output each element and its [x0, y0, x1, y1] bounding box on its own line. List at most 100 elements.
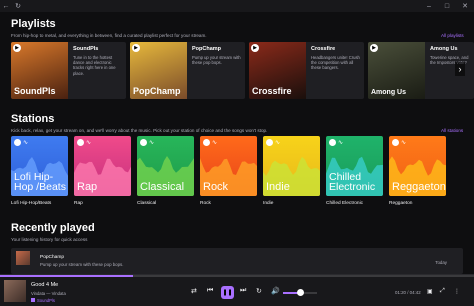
- station-label[interactable]: Chilled Electronic: [326, 201, 363, 206]
- playlist-cover: ▶ PopChamp: [130, 42, 187, 99]
- twitch-badge-icon: [140, 139, 147, 146]
- audio-wave-icon: ∿: [212, 140, 218, 146]
- more-icon[interactable]: ⋮: [454, 288, 460, 295]
- station-badges: ∿: [392, 139, 406, 146]
- station-card[interactable]: ∿ Rock: [200, 136, 257, 196]
- station-badges: ∿: [266, 139, 280, 146]
- station-badges: ∿: [77, 139, 91, 146]
- station-card-title: Indie: [266, 181, 290, 193]
- audio-wave-icon: ∿: [149, 140, 155, 146]
- all-playlists-link[interactable]: All playlists: [441, 33, 464, 38]
- volume-icon[interactable]: 🔊: [271, 287, 280, 295]
- cover-title: Among Us: [371, 89, 406, 96]
- twitch-badge-icon: ▶: [370, 44, 378, 52]
- playlists-title: Playlists: [11, 18, 56, 30]
- repeat-icon[interactable]: ↻: [256, 287, 262, 295]
- recently-played-title: Recently played: [11, 222, 95, 234]
- twitch-badge-icon: [392, 139, 399, 146]
- station-card[interactable]: ∿ Lofi Hip-Hop /Beats: [11, 136, 68, 196]
- all-stations-link[interactable]: All stations: [441, 128, 463, 133]
- playback-time: 01:20 / 04:42: [395, 290, 421, 295]
- now-playing-artist: Vindata — Vindata: [31, 291, 66, 296]
- twitch-badge-icon: ▶: [13, 44, 21, 52]
- station-label[interactable]: Rap: [74, 201, 83, 206]
- station-card[interactable]: ∿ Classical: [137, 136, 194, 196]
- recent-thumbnail: [16, 251, 30, 265]
- window-controls: – □ ✕: [420, 0, 474, 12]
- now-playing-title: Good 4 Me: [31, 282, 59, 288]
- station-card[interactable]: ∿ Reggaeton: [389, 136, 446, 196]
- recent-desc: Pump up your stream with these pop bops.: [40, 262, 124, 267]
- volume-knob[interactable]: [297, 289, 304, 296]
- volume-slider[interactable]: [283, 289, 317, 296]
- previous-icon[interactable]: ⏮: [207, 287, 213, 295]
- playlist-card-popchamp[interactable]: ▶ PopChamp PopChamp Pump up your stream …: [130, 42, 245, 99]
- station-card[interactable]: ∿ Chilled Electronic: [326, 136, 383, 196]
- station-card-title: Rock: [203, 181, 229, 193]
- playlists-subtitle: From hip-hop to metal, and everything in…: [11, 33, 207, 38]
- recently-played-row[interactable]: PopChamp Pump up your stream with these …: [11, 248, 463, 274]
- expand-icon[interactable]: ⤢: [440, 288, 445, 295]
- playlist-cover: ▶ Among Us: [368, 42, 425, 99]
- station-label[interactable]: Lofi Hip-Hop/Beats: [11, 201, 51, 206]
- player-bar: Good 4 Me Vindata — Vindata SoundPls ⇄ ⏮…: [0, 274, 474, 306]
- back-arrow-icon[interactable]: ←: [0, 0, 12, 12]
- close-icon[interactable]: ✕: [456, 0, 474, 12]
- audio-wave-icon: ∿: [338, 140, 344, 146]
- station-card[interactable]: ∿ Rap: [74, 136, 131, 196]
- audio-wave-icon: ∿: [86, 140, 92, 146]
- twitch-badge-icon: ▶: [132, 44, 140, 52]
- station-card-title: Chilled Electronic: [329, 171, 376, 193]
- station-card-title: Lofi Hip-Hop /Beats: [14, 171, 66, 193]
- station-badges: ∿: [203, 139, 217, 146]
- twitch-badge-icon: ▶: [251, 44, 259, 52]
- playlist-desc: Tune in to the hottest dance and electro…: [73, 55, 116, 76]
- cover-title: SoundPls: [14, 86, 56, 96]
- twitch-badge-icon: [266, 139, 273, 146]
- station-card[interactable]: ∿ Indie: [263, 136, 320, 196]
- playlist-name: Among Us: [430, 46, 458, 52]
- recent-title: PopChamp: [40, 255, 64, 260]
- twitch-badge-icon: [14, 139, 21, 146]
- station-badges: ∿: [329, 139, 343, 146]
- carousel-next-icon[interactable]: ›: [455, 62, 465, 76]
- playback-progress-fill: [0, 275, 133, 277]
- playlist-card-crossfire[interactable]: ▶ Crossfire Crossfire Headbangers unite!…: [249, 42, 364, 99]
- twitch-badge-icon: [203, 139, 210, 146]
- maximize-icon[interactable]: □: [438, 0, 456, 12]
- source-icon: [31, 298, 35, 302]
- playlist-cover: ▶ SoundPls: [11, 42, 68, 99]
- pause-button[interactable]: ❚❚: [221, 286, 234, 299]
- recently-played-subtitle: Your listening history for quick access: [11, 237, 88, 242]
- next-icon[interactable]: ⏭: [240, 287, 246, 295]
- station-label[interactable]: Classical: [137, 201, 156, 206]
- refresh-icon[interactable]: ↻: [12, 0, 24, 12]
- playlist-desc: Headbangers unite! Crush the competition…: [311, 55, 360, 71]
- now-playing-art: [4, 280, 26, 302]
- minimize-icon[interactable]: –: [420, 0, 438, 12]
- cover-title: PopChamp: [133, 86, 181, 96]
- playlist-card-soundpls[interactable]: ▶ SoundPls SoundPls Tune in to the hotte…: [11, 42, 126, 99]
- now-playing-source[interactable]: SoundPls: [37, 298, 55, 303]
- stations-subtitle: Kick back, relax, get your stream on, an…: [11, 128, 268, 133]
- station-label[interactable]: Reggaeton: [389, 201, 412, 206]
- cover-title: Crossfire: [252, 86, 292, 96]
- audio-wave-icon: ∿: [401, 140, 407, 146]
- audio-wave-icon: ∿: [275, 140, 281, 146]
- station-badges: ∿: [14, 139, 28, 146]
- titlebar: ← ↻ – □ ✕: [0, 0, 474, 12]
- playback-progress[interactable]: [0, 275, 474, 277]
- playlist-name: PopChamp: [192, 46, 222, 52]
- station-card-title: Reggaeton: [392, 181, 446, 193]
- station-label[interactable]: Rock: [200, 201, 211, 206]
- audio-wave-icon: ∿: [23, 140, 29, 146]
- station-label[interactable]: Indie: [263, 201, 273, 206]
- station-card-title: Classical: [140, 181, 185, 193]
- twitch-badge-icon: [77, 139, 84, 146]
- playlist-desc: Pump up your stream with these pop bops.: [192, 55, 241, 66]
- miniplayer-icon[interactable]: ▣: [427, 288, 433, 295]
- twitch-badge-icon: [329, 139, 336, 146]
- playlist-cover: ▶ Crossfire: [249, 42, 306, 99]
- station-badges: ∿: [140, 139, 154, 146]
- shuffle-icon[interactable]: ⇄: [191, 287, 197, 295]
